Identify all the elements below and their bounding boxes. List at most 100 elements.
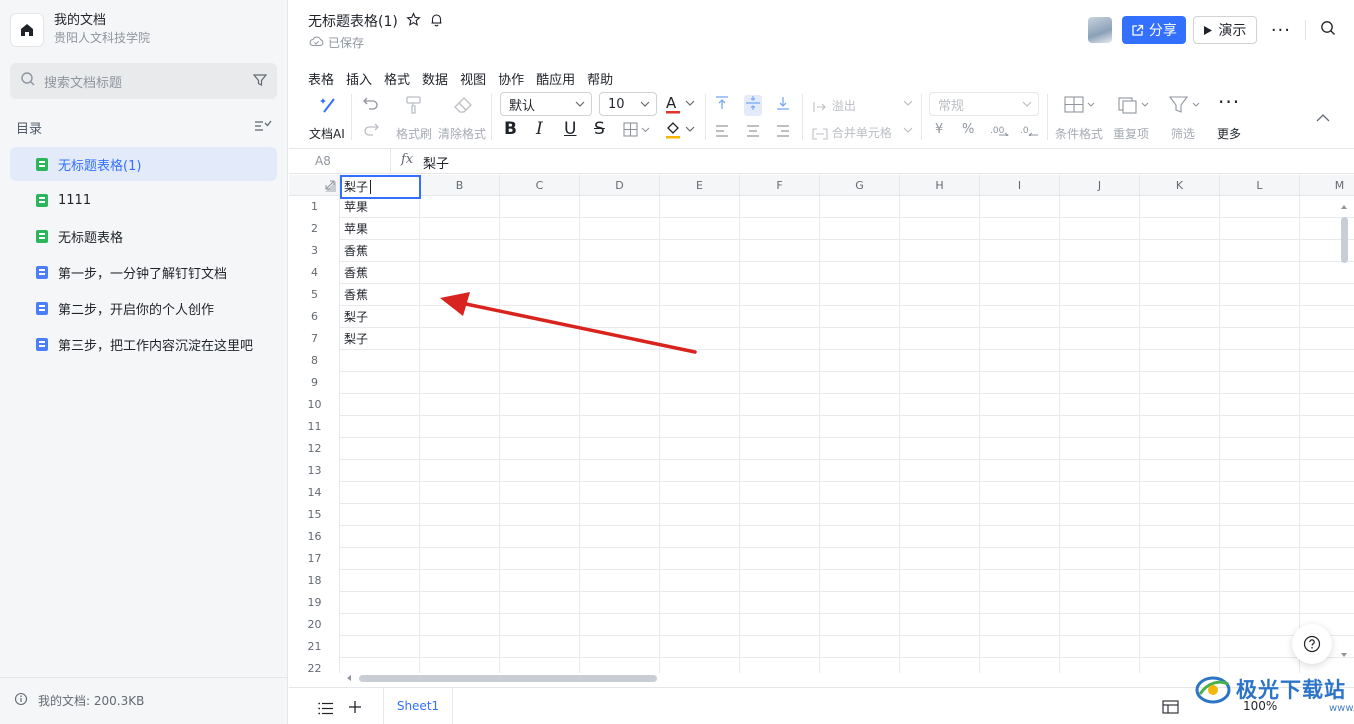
doc-item-1111[interactable]: 1111: [10, 183, 277, 217]
number-format-select[interactable]: 常规: [929, 92, 1039, 116]
menu-collaborate[interactable]: 协作: [498, 69, 524, 88]
overflow-control[interactable]: 溢出: [812, 97, 856, 114]
column-header-m[interactable]: M: [1300, 175, 1354, 196]
fill-color-icon[interactable]: [665, 120, 699, 145]
row-header-21[interactable]: 21: [289, 636, 340, 658]
row-header-18[interactable]: 18: [289, 570, 340, 592]
present-button[interactable]: 演示: [1192, 16, 1257, 44]
conditional-format-label[interactable]: 条件格式: [1055, 125, 1103, 142]
row-header-4[interactable]: 4: [289, 262, 340, 284]
menu-insert[interactable]: 插入: [346, 69, 372, 88]
row-header-22[interactable]: 22: [289, 658, 340, 673]
home-icon[interactable]: [10, 12, 44, 47]
menu-format[interactable]: 格式: [384, 69, 410, 88]
row-header-5[interactable]: 5: [289, 284, 340, 306]
filter-icon[interactable]: [252, 72, 268, 91]
cell-a1[interactable]: 苹果: [344, 196, 368, 218]
cell-a6[interactable]: 梨子: [344, 306, 368, 328]
more-menu-icon[interactable]: ···: [1271, 20, 1291, 41]
ai-label[interactable]: 文档AI: [309, 125, 345, 142]
italic-button[interactable]: I: [536, 119, 543, 139]
doc-item-step-3[interactable]: 第三步，把工作内容沉淀在这里吧: [10, 327, 277, 361]
chevron-down-icon[interactable]: [903, 123, 913, 140]
help-button[interactable]: [1292, 624, 1332, 664]
horizontal-scrollbar[interactable]: [343, 672, 1333, 682]
doc-item-untitled-sheet-1[interactable]: 无标题表格(1): [10, 147, 277, 181]
filter-label[interactable]: 筛选: [1171, 125, 1195, 142]
column-header-e[interactable]: E: [660, 175, 740, 196]
column-header-g[interactable]: G: [820, 175, 900, 196]
duplicates-icon[interactable]: [1118, 95, 1152, 120]
bold-button[interactable]: B: [504, 119, 517, 139]
conditional-format-icon[interactable]: [1064, 95, 1098, 120]
share-button[interactable]: 分享: [1121, 16, 1186, 44]
menu-cool-apps[interactable]: 酷应用: [536, 69, 575, 88]
row-header-6[interactable]: 6: [289, 306, 340, 328]
undo-icon[interactable]: [362, 95, 380, 116]
add-sheet-icon[interactable]: [348, 699, 362, 718]
row-header-3[interactable]: 3: [289, 240, 340, 262]
underline-button[interactable]: U: [564, 119, 576, 139]
menu-data[interactable]: 数据: [422, 69, 448, 88]
column-header-l[interactable]: L: [1220, 175, 1300, 196]
eraser-icon[interactable]: [452, 95, 474, 120]
menu-view[interactable]: 视图: [460, 69, 486, 88]
vertical-scrollbar[interactable]: [1340, 199, 1348, 661]
cell-reference[interactable]: A8: [315, 154, 331, 168]
avatar[interactable]: [1087, 17, 1112, 43]
more-tools-icon[interactable]: ···: [1218, 90, 1240, 114]
workspace-header[interactable]: 我的文档 贵阳人文科技学院: [10, 12, 150, 47]
cell-a5[interactable]: 香蕉: [344, 284, 368, 306]
row-header-13[interactable]: 13: [289, 460, 340, 482]
column-header-i[interactable]: I: [980, 175, 1060, 196]
cell-a2[interactable]: 苹果: [344, 218, 368, 240]
spreadsheet-grid[interactable]: ABCDEFGHIJKLM 12345678910111213141516171…: [289, 175, 1354, 673]
format-painter-icon[interactable]: [404, 95, 424, 120]
sheet-tab-sheet1[interactable]: Sheet1: [383, 688, 453, 724]
align-middle-icon[interactable]: [744, 95, 762, 116]
cell-a3[interactable]: 香蕉: [344, 240, 368, 262]
chevron-down-icon[interactable]: [903, 96, 913, 113]
clear-format-label[interactable]: 清除格式: [438, 125, 486, 142]
row-header-1[interactable]: 1: [289, 196, 340, 218]
star-icon[interactable]: [406, 11, 421, 31]
decimal-decrease-icon[interactable]: .00: [990, 124, 1010, 139]
column-header-c[interactable]: C: [500, 175, 580, 196]
collapse-toolbar-icon[interactable]: [1316, 108, 1330, 128]
percent-button[interactable]: %: [962, 122, 974, 137]
layout-toggle-icon[interactable]: [1162, 699, 1179, 718]
row-header-19[interactable]: 19: [289, 592, 340, 614]
currency-button[interactable]: ¥: [935, 122, 943, 137]
column-header-d[interactable]: D: [580, 175, 660, 196]
sheet-list-icon[interactable]: [318, 700, 334, 719]
font-family-select[interactable]: 默认: [500, 92, 592, 116]
redo-icon[interactable]: [362, 121, 380, 142]
ai-wand-icon[interactable]: [319, 95, 339, 120]
bell-icon[interactable]: [429, 12, 444, 31]
column-header-j[interactable]: J: [1060, 175, 1140, 196]
cell-area[interactable]: 苹果 苹果 香蕉 香蕉 香蕉 梨子 梨子: [340, 196, 1354, 673]
row-header-9[interactable]: 9: [289, 372, 340, 394]
column-header-f[interactable]: F: [740, 175, 820, 196]
row-header-12[interactable]: 12: [289, 438, 340, 460]
row-header-17[interactable]: 17: [289, 548, 340, 570]
menu-help[interactable]: 帮助: [587, 69, 613, 88]
border-icon[interactable]: [623, 122, 653, 143]
menu-table[interactable]: 表格: [308, 69, 334, 88]
align-left-icon[interactable]: [714, 123, 730, 143]
align-top-icon[interactable]: [714, 95, 730, 116]
row-header-14[interactable]: 14: [289, 482, 340, 504]
row-header-15[interactable]: 15: [289, 504, 340, 526]
cell-a4[interactable]: 香蕉: [344, 262, 368, 284]
column-header-b[interactable]: B: [420, 175, 500, 196]
toc-sort-icon[interactable]: [254, 118, 272, 137]
global-search-icon[interactable]: [1320, 20, 1336, 40]
more-tools-label[interactable]: 更多: [1217, 125, 1241, 142]
strikethrough-button[interactable]: S: [594, 119, 605, 139]
decimal-increase-icon[interactable]: .0: [1020, 124, 1040, 139]
search-input[interactable]: 搜索文档标题: [10, 63, 277, 99]
active-cell-editor[interactable]: 梨子: [340, 175, 421, 199]
row-header-8[interactable]: 8: [289, 350, 340, 372]
align-right-icon[interactable]: [775, 123, 791, 143]
font-size-select[interactable]: 10: [599, 92, 657, 116]
